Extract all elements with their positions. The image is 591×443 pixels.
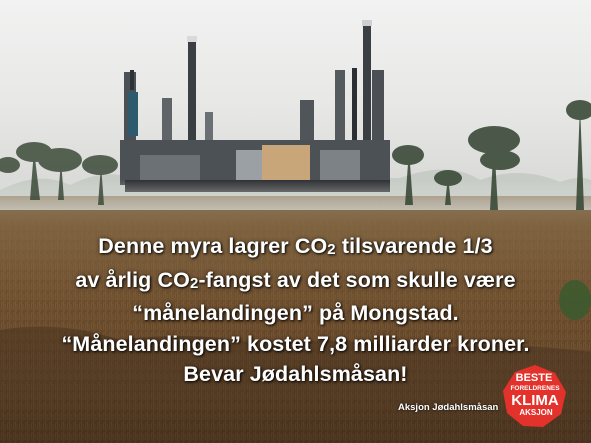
credit-text: Aksjon Jødahlsmåsan <box>398 402 499 413</box>
message-line-3: “månelandingen” på Mongstad. <box>132 301 459 325</box>
svg-text:KLIMA: KLIMA <box>511 392 559 409</box>
message-line-1: Denne myra lagrer CO2 tilsvarende 1/3 <box>98 234 493 258</box>
svg-text:FORELDRENES: FORELDRENES <box>510 385 560 392</box>
svg-text:AKSJON: AKSJON <box>519 408 553 417</box>
message-line-4: “Månelandingen” kostet 7,8 milliarder kr… <box>61 331 530 356</box>
message-line-2: av årlig CO2-fangst av det som skulle væ… <box>75 267 516 292</box>
poster: Denne myra lagrer CO2 tilsvarende 1/3 av… <box>0 0 591 443</box>
beste-foreldrenes-klimaaksjon-logo: BESTE FORELDRENES KLIMA AKSJON <box>503 365 566 427</box>
svg-text:BESTE: BESTE <box>516 372 553 384</box>
